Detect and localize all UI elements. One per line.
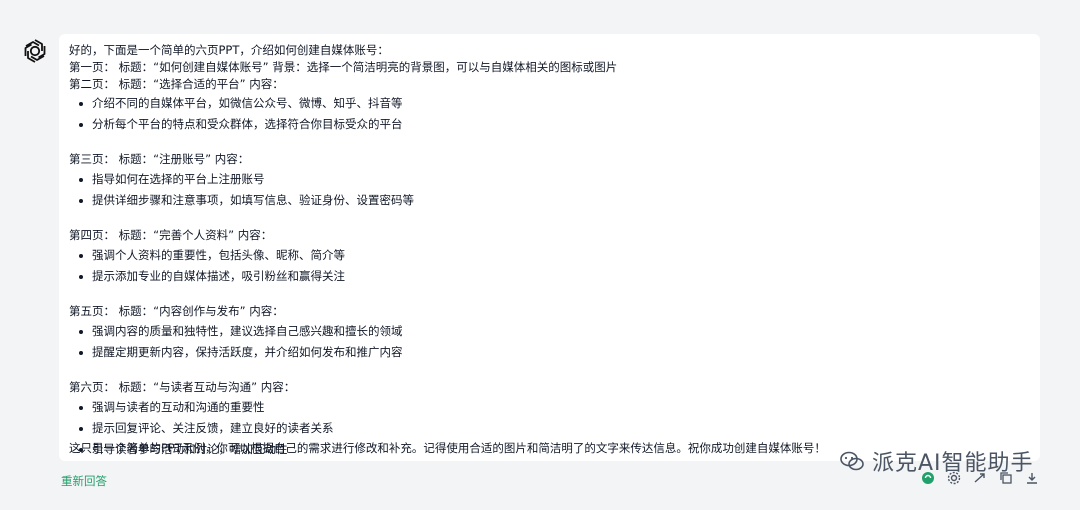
closing-text: 这只是一个简单的PPT示例，你可以根据自己的需求进行修改和补充。记得使用合适的图… — [69, 441, 826, 455]
message-intro: 好的，下面是一个简单的六页PPT，介绍如何创建自媒体账号： — [69, 43, 389, 57]
list-item: 提示回复评论、关注反馈，建立良好的读者关系 — [69, 420, 1029, 437]
section-heading: 第三页： 标题：“注册账号” 内容： — [69, 152, 250, 167]
copy-icon[interactable] — [998, 470, 1014, 486]
list-item: 分析每个平台的特点和受众群体，选择符合你目标受众的平台 — [69, 116, 1029, 133]
list-item: 指导如何在选择的平台上注册账号 — [69, 171, 1029, 188]
list-item: 强调内容的质量和独特性，建议选择自己感兴趣和擅长的领域 — [69, 323, 1029, 340]
message-toolbar — [920, 470, 1040, 486]
green-circle-icon[interactable] — [920, 470, 936, 486]
regenerate-button[interactable]: 重新回答 — [61, 473, 107, 489]
section-heading: 第二页： 标题：“选择合适的平台” 内容： — [69, 76, 284, 91]
list-item: 介绍不同的自媒体平台，如微信公众号、微博、知乎、抖音等 — [69, 95, 1029, 112]
bullet-list: 指导如何在选择的平台上注册账号 提供详细步骤和注意事项，如填写信息、验证身份、设… — [69, 171, 1029, 209]
page1-line: 第一页： 标题：“如何创建自媒体账号” 背景：选择一个简洁明亮的背景图，可以与自… — [69, 59, 618, 74]
section-heading: 第五页： 标题：“内容创作与发布” 内容： — [69, 303, 284, 318]
list-item: 提示添加专业的自媒体描述，吸引粉丝和赢得关注 — [69, 268, 1029, 285]
gear-icon[interactable] — [946, 470, 962, 486]
wechat-icon — [840, 451, 864, 471]
bullet-list: 介绍不同的自媒体平台，如微信公众号、微博、知乎、抖音等 分析每个平台的特点和受众… — [69, 95, 1029, 133]
list-item: 提醒定期更新内容，保持活跃度，并介绍如何发布和推广内容 — [69, 344, 1029, 361]
openai-logo-icon — [24, 39, 46, 63]
download-icon[interactable] — [1024, 470, 1040, 486]
list-item: 提供详细步骤和注意事项，如填写信息、验证身份、设置密码等 — [69, 192, 1029, 209]
section-heading: 第六页： 标题：“与读者互动与沟通” 内容： — [69, 379, 296, 394]
assistant-message-content: 好的，下面是一个简单的六页PPT，介绍如何创建自媒体账号： 第一页： 标题：“如… — [69, 42, 1029, 462]
section-heading: 第四页： 标题：“完善个人资料” 内容： — [69, 228, 273, 243]
share-icon[interactable] — [972, 470, 988, 486]
bullet-list: 强调内容的质量和独特性，建议选择自己感兴趣和擅长的领域 提醒定期更新内容，保持活… — [69, 323, 1029, 361]
assistant-avatar — [20, 36, 50, 66]
bullet-list: 强调个人资料的重要性，包括头像、昵称、简介等 提示添加专业的自媒体描述，吸引粉丝… — [69, 247, 1029, 285]
list-item: 强调个人资料的重要性，包括头像、昵称、简介等 — [69, 247, 1029, 264]
list-item: 强调与读者的互动和沟通的重要性 — [69, 399, 1029, 416]
